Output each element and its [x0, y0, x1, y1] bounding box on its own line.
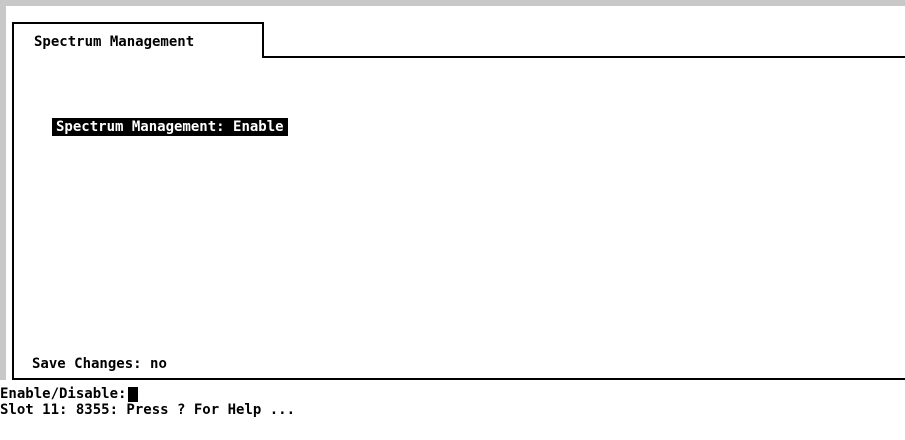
save-changes-row[interactable]: Save Changes: no: [32, 356, 167, 372]
text-cursor: [128, 386, 139, 402]
prompt-text: Enable/Disable:: [0, 386, 127, 402]
setting-highlight[interactable]: Spectrum Management: Enable: [52, 118, 288, 136]
content-frame: [12, 56, 905, 380]
terminal-top-border: [0, 0, 905, 6]
tab-label: Spectrum Management: [34, 34, 195, 50]
status-line: Slot 11: 8355: Press ? For Help ...: [0, 402, 296, 418]
save-changes-value: no: [150, 356, 167, 372]
terminal-left-border: [0, 6, 6, 380]
command-prompt[interactable]: Enable/Disable:: [0, 386, 139, 402]
setting-label: Spectrum Management:: [56, 119, 225, 135]
setting-row-spectrum-management[interactable]: Spectrum Management: Enable: [52, 118, 288, 136]
tab-spectrum-management[interactable]: Spectrum Management: [12, 22, 264, 58]
setting-value: Enable: [233, 119, 284, 135]
save-changes-label: Save Changes:: [32, 356, 142, 372]
